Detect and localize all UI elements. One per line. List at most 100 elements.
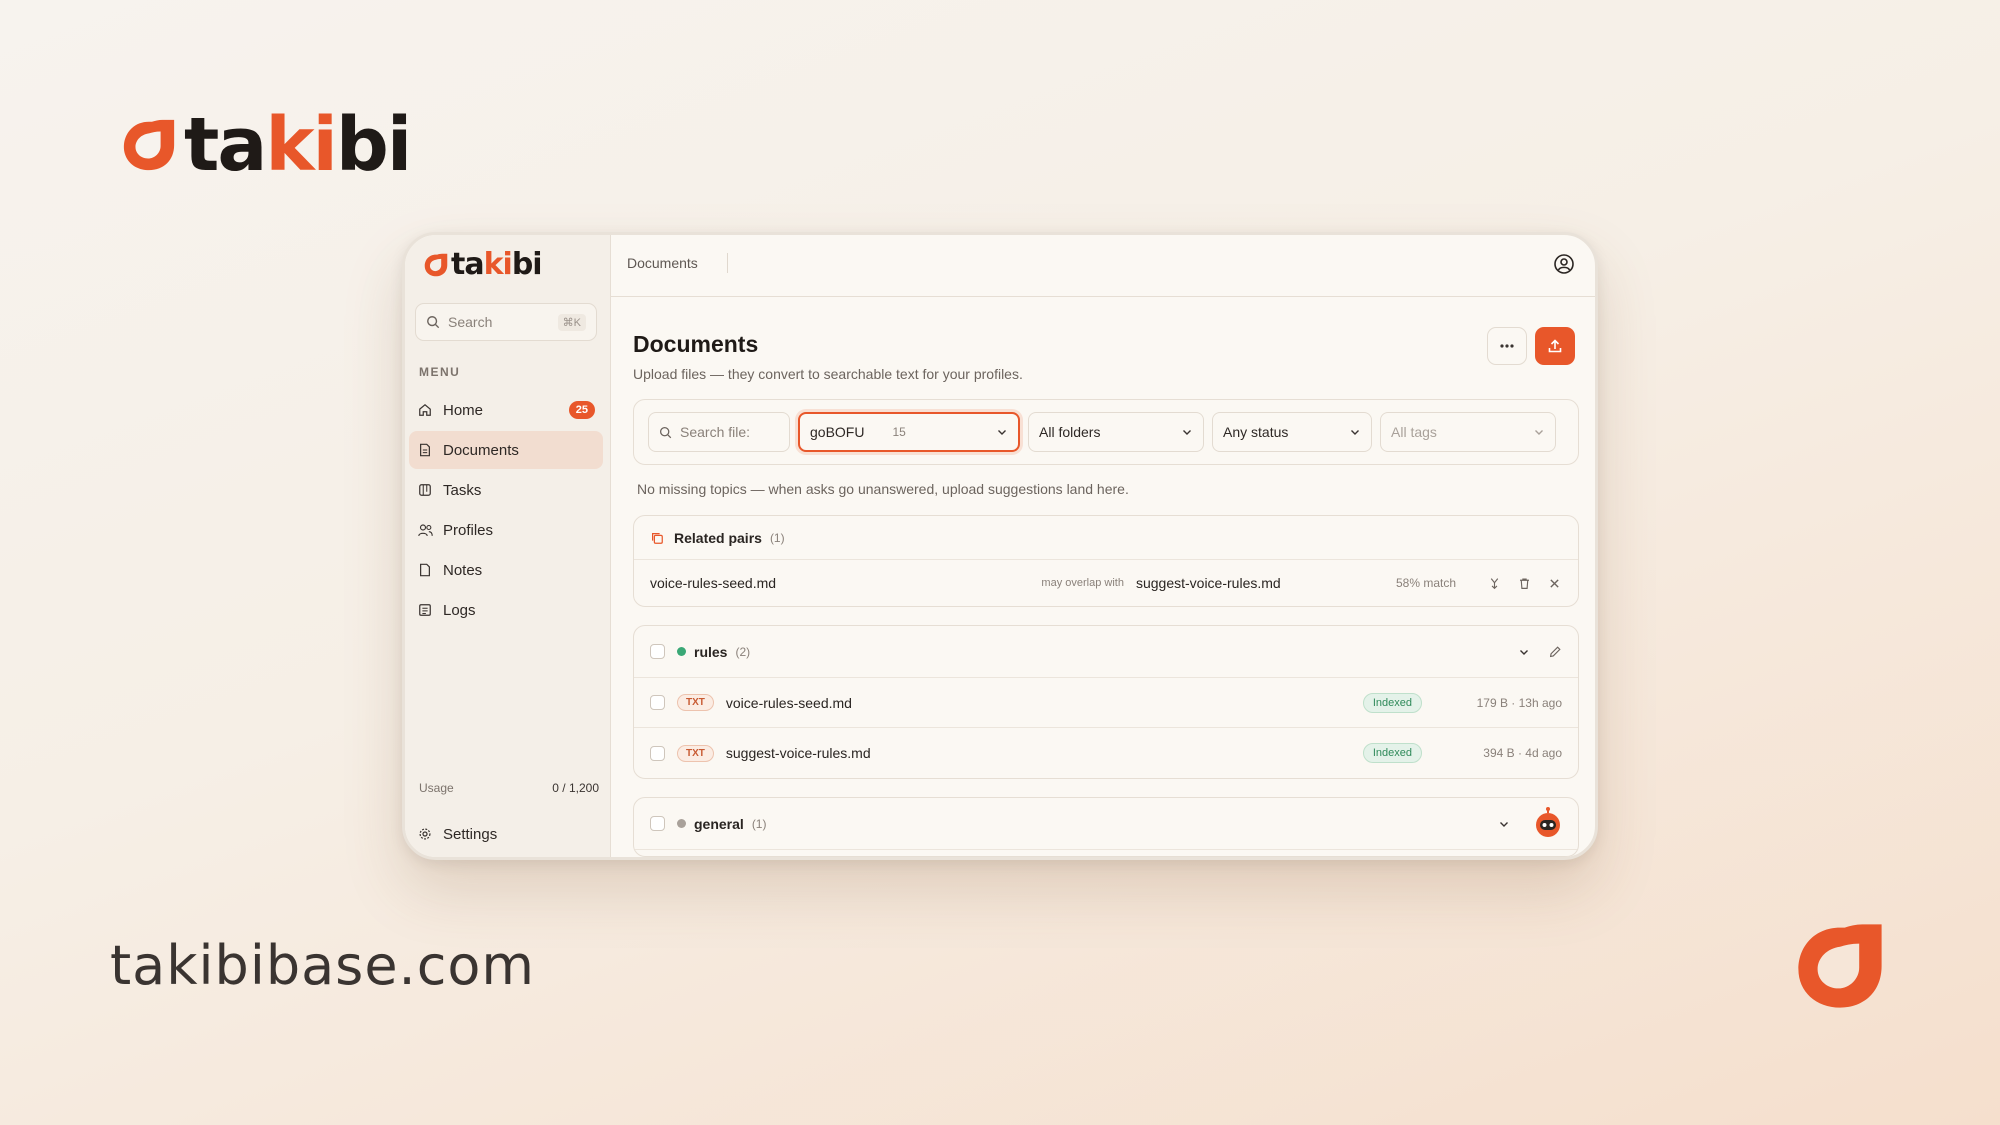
- dismiss-pair-button[interactable]: [1546, 575, 1562, 591]
- related-pairs-header: Related pairs (1): [634, 516, 1578, 560]
- menu-label: MENU: [419, 365, 461, 379]
- breadcrumb[interactable]: Documents: [627, 255, 698, 271]
- chevron-down-icon[interactable]: [1498, 818, 1510, 830]
- page-subtitle: Upload files — they convert to searchabl…: [633, 366, 1023, 382]
- document-meta: 179 B · 13h ago: [1476, 695, 1562, 710]
- file-type-badge: TXT: [677, 744, 714, 762]
- page-title: Documents: [633, 331, 759, 357]
- close-icon: [1549, 578, 1559, 588]
- chevron-down-icon[interactable]: [1518, 646, 1530, 658]
- filter-bar: Search file: goBOFU 15 All folders Any s…: [633, 399, 1579, 465]
- sidebar: takibi Search ⌘K MENU Home 25 Documents …: [405, 235, 611, 857]
- file-search-placeholder: Search file:: [680, 424, 751, 440]
- profile-select[interactable]: goBOFU 15: [798, 412, 1020, 452]
- tags-select[interactable]: All tags: [1380, 412, 1556, 452]
- tasks-icon: [417, 482, 433, 498]
- merge-button[interactable]: [1486, 575, 1502, 591]
- group-color-dot: [677, 819, 686, 828]
- group-header[interactable]: general (1): [634, 798, 1578, 850]
- sidebar-item-label: Documents: [443, 441, 519, 459]
- sidebar-item-label: Profiles: [443, 521, 494, 539]
- topbar: Documents: [611, 235, 1595, 297]
- delete-pair-button[interactable]: [1516, 575, 1532, 591]
- document-meta: 394 B · 4d ago: [1483, 746, 1562, 760]
- upload-button[interactable]: [1535, 327, 1575, 365]
- related-pairs-title: Related pairs: [674, 529, 762, 546]
- folders-select-value: All folders: [1039, 424, 1101, 440]
- hero-logo: takibi: [120, 108, 412, 182]
- more-options-button[interactable]: [1487, 327, 1527, 365]
- sidebar-item-label: Settings: [443, 825, 498, 843]
- folder-group-general: general (1): [633, 797, 1579, 857]
- folder-group-rules: rules (2) TXT voice-rules-seed.md Indexe…: [633, 625, 1579, 779]
- users-icon: [417, 522, 433, 538]
- sidebar-item-notes[interactable]: Notes: [409, 551, 603, 589]
- document-row[interactable]: TXT voice-rules-seed.md Indexed 179 B · …: [634, 678, 1578, 728]
- sidebar-logo[interactable]: takibi: [423, 249, 543, 281]
- document-icon: [417, 442, 433, 458]
- file-type-badge: TXT: [677, 694, 714, 711]
- folders-select[interactable]: All folders: [1028, 412, 1204, 452]
- search-icon: [427, 316, 440, 329]
- assistant-mascot-icon[interactable]: [1530, 806, 1566, 842]
- domain-text: takibibase.com: [110, 934, 536, 997]
- search-shortcut: ⌘K: [557, 313, 586, 331]
- usage-meter: Usage 0 / 1,200: [419, 781, 599, 795]
- home-count-badge: 25: [568, 401, 595, 419]
- flame-logo-icon: [424, 253, 448, 277]
- missing-topics-note: No missing topics — when asks go unanswe…: [637, 481, 1129, 497]
- file-search-input[interactable]: Search file:: [648, 412, 790, 452]
- breadcrumb-divider: [727, 253, 728, 273]
- edit-icon[interactable]: [1548, 645, 1562, 659]
- more-icon: [1500, 344, 1514, 348]
- notes-icon: [417, 562, 433, 578]
- status-badge: Indexed: [1362, 743, 1422, 763]
- app-window: takibi Search ⌘K MENU Home 25 Documents …: [402, 232, 1598, 860]
- sidebar-search[interactable]: Search ⌘K: [415, 303, 597, 341]
- chevron-down-icon: [1535, 430, 1543, 435]
- related-pairs-card: Related pairs (1) voice-rules-seed.md ma…: [633, 515, 1579, 607]
- sidebar-item-profiles[interactable]: Profiles: [409, 511, 603, 549]
- gear-icon: [417, 826, 433, 842]
- sidebar-item-label: Logs: [443, 601, 476, 619]
- group-name: general: [694, 815, 744, 832]
- group-name: rules: [694, 643, 728, 660]
- document-name[interactable]: voice-rules-seed.md: [726, 695, 852, 711]
- document-row[interactable]: TXT suggest-voice-rules.md Indexed 394 B…: [634, 728, 1578, 778]
- pair-relation: may overlap with: [1041, 577, 1124, 589]
- document-checkbox[interactable]: [650, 695, 665, 710]
- group-select-checkbox[interactable]: [650, 816, 665, 831]
- sidebar-item-tasks[interactable]: Tasks: [409, 471, 603, 509]
- chevron-down-icon: [1351, 430, 1359, 435]
- group-color-dot: [677, 647, 686, 656]
- group-count: (1): [751, 816, 767, 831]
- chevron-down-icon: [998, 430, 1006, 435]
- sidebar-item-label: Tasks: [443, 481, 482, 499]
- logs-icon: [417, 602, 433, 618]
- profile-select-value: goBOFU: [810, 424, 865, 440]
- copy-icon: [652, 532, 663, 544]
- user-account-icon[interactable]: [1553, 253, 1575, 275]
- pair-file-a[interactable]: voice-rules-seed.md: [650, 575, 776, 591]
- pair-match-score: 58% match: [1395, 576, 1456, 590]
- group-select-checkbox[interactable]: [650, 644, 665, 659]
- status-select[interactable]: Any status: [1212, 412, 1372, 452]
- profile-doc-count: 15: [892, 425, 906, 439]
- sidebar-item-documents[interactable]: Documents: [409, 431, 603, 469]
- upload-icon: [1548, 339, 1562, 353]
- document-checkbox[interactable]: [650, 745, 665, 761]
- sidebar-item-settings[interactable]: Settings: [409, 815, 603, 853]
- flame-logo-large-icon: [1798, 924, 1882, 1008]
- main-content: Documents Upload files — they convert to…: [611, 297, 1595, 857]
- flame-logo-icon: [123, 119, 175, 171]
- sidebar-item-logs[interactable]: Logs: [409, 591, 603, 629]
- status-select-value: Any status: [1223, 424, 1289, 440]
- pair-file-b[interactable]: suggest-voice-rules.md: [1136, 575, 1396, 591]
- group-header[interactable]: rules (2): [634, 626, 1578, 678]
- related-pair-row: voice-rules-seed.md may overlap with sug…: [634, 560, 1578, 606]
- trash-icon: [1519, 577, 1529, 589]
- sidebar-item-home[interactable]: Home 25: [409, 391, 603, 429]
- sidebar-search-placeholder: Search: [448, 314, 493, 330]
- usage-label: Usage: [419, 781, 454, 795]
- document-name[interactable]: suggest-voice-rules.md: [726, 745, 871, 761]
